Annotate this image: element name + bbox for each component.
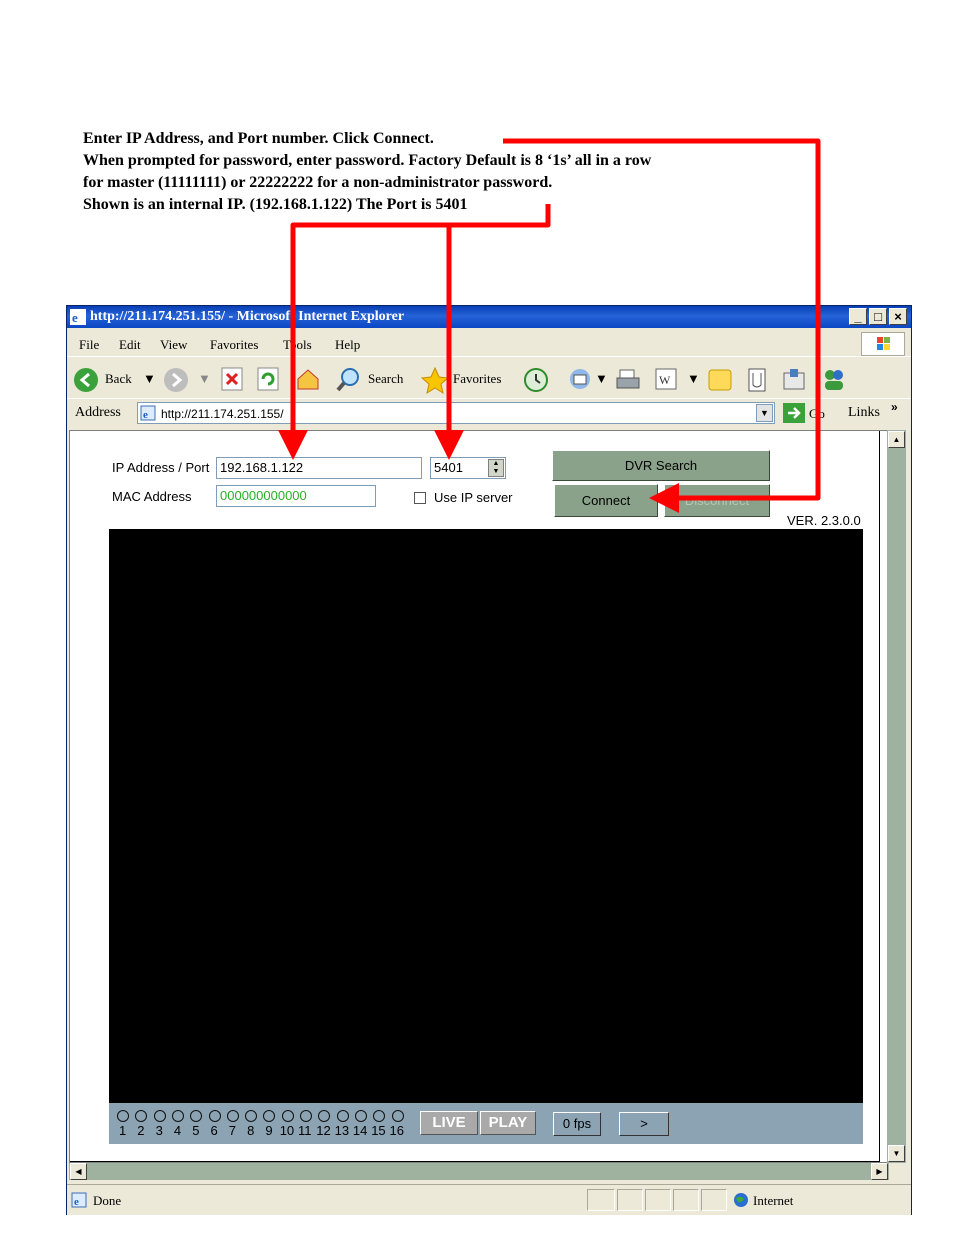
annotation-arrows (278, 138, 821, 513)
arrow-to-connect-button (503, 138, 821, 513)
arrow-to-ip-field (278, 204, 551, 460)
